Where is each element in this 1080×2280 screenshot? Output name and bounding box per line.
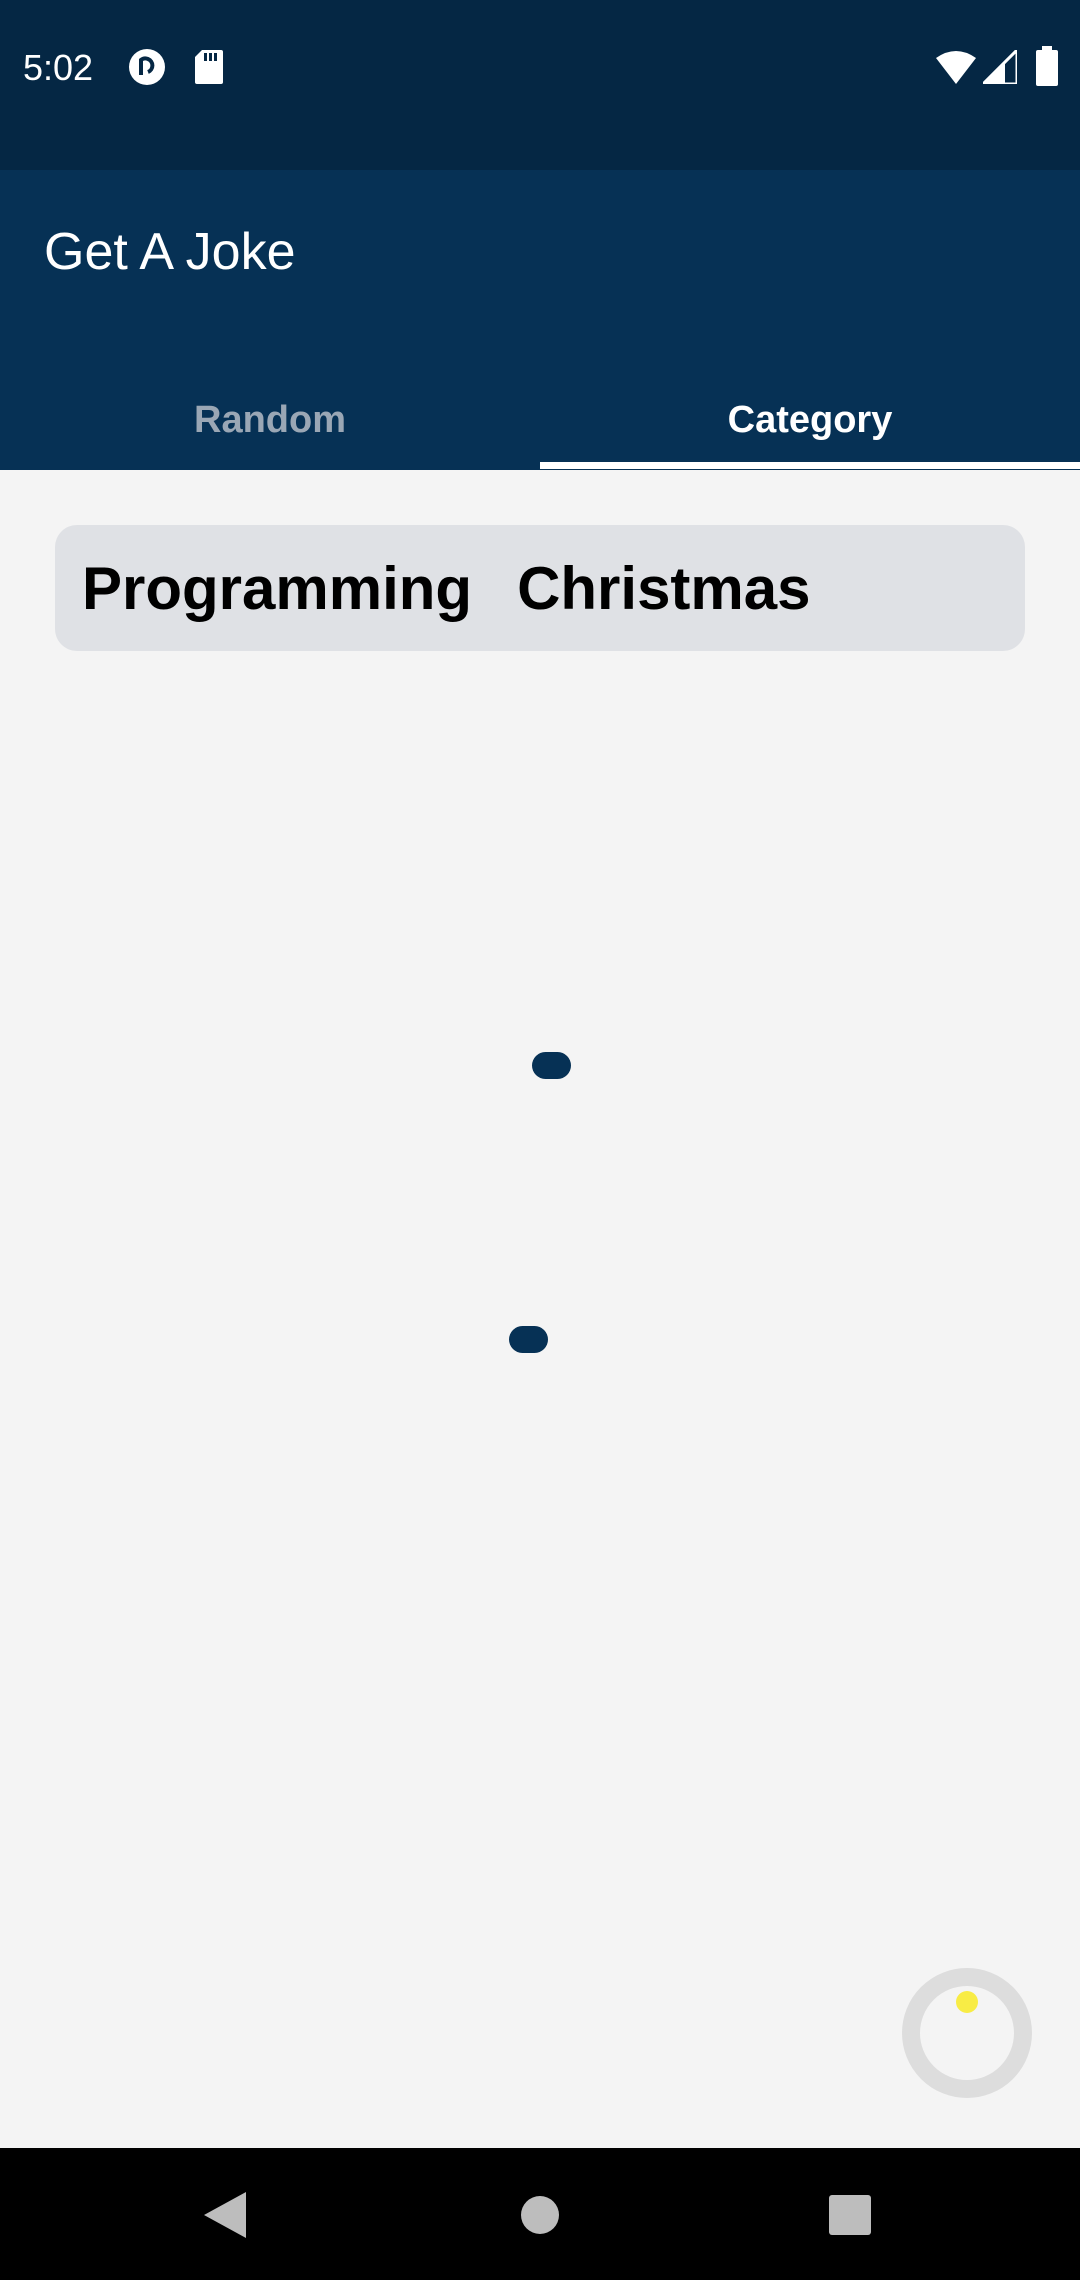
tab-category[interactable]: Category [540, 370, 1080, 470]
app-bar: Get A Joke Random Category [0, 170, 1080, 470]
wifi-icon [936, 51, 976, 84]
recents-icon[interactable] [829, 2195, 871, 2235]
touch-indicator-ring [902, 1968, 1032, 2098]
category-chip-programming[interactable]: Programming [82, 554, 472, 623]
signal-icon [983, 50, 1017, 84]
home-icon[interactable] [520, 2195, 560, 2235]
back-icon[interactable] [204, 2192, 246, 2238]
status-time: 5:02 [23, 47, 94, 88]
page-title: Get A Joke [44, 223, 296, 281]
category-chip-christmas[interactable]: Christmas [517, 554, 810, 623]
category-chip-group: Programming Christmas [55, 525, 1025, 651]
loading-dot [532, 1052, 571, 1079]
battery-icon [1036, 46, 1058, 86]
status-bar: 5:02 [0, 0, 1080, 170]
tab-random[interactable]: Random [0, 370, 540, 470]
tab-indicator [540, 462, 1080, 469]
touch-indicator-dot [956, 1991, 978, 2013]
sd-card-icon [195, 50, 223, 84]
pocket-casts-icon [129, 49, 165, 85]
navigation-bar [0, 2148, 1080, 2280]
loading-dot [509, 1326, 548, 1353]
